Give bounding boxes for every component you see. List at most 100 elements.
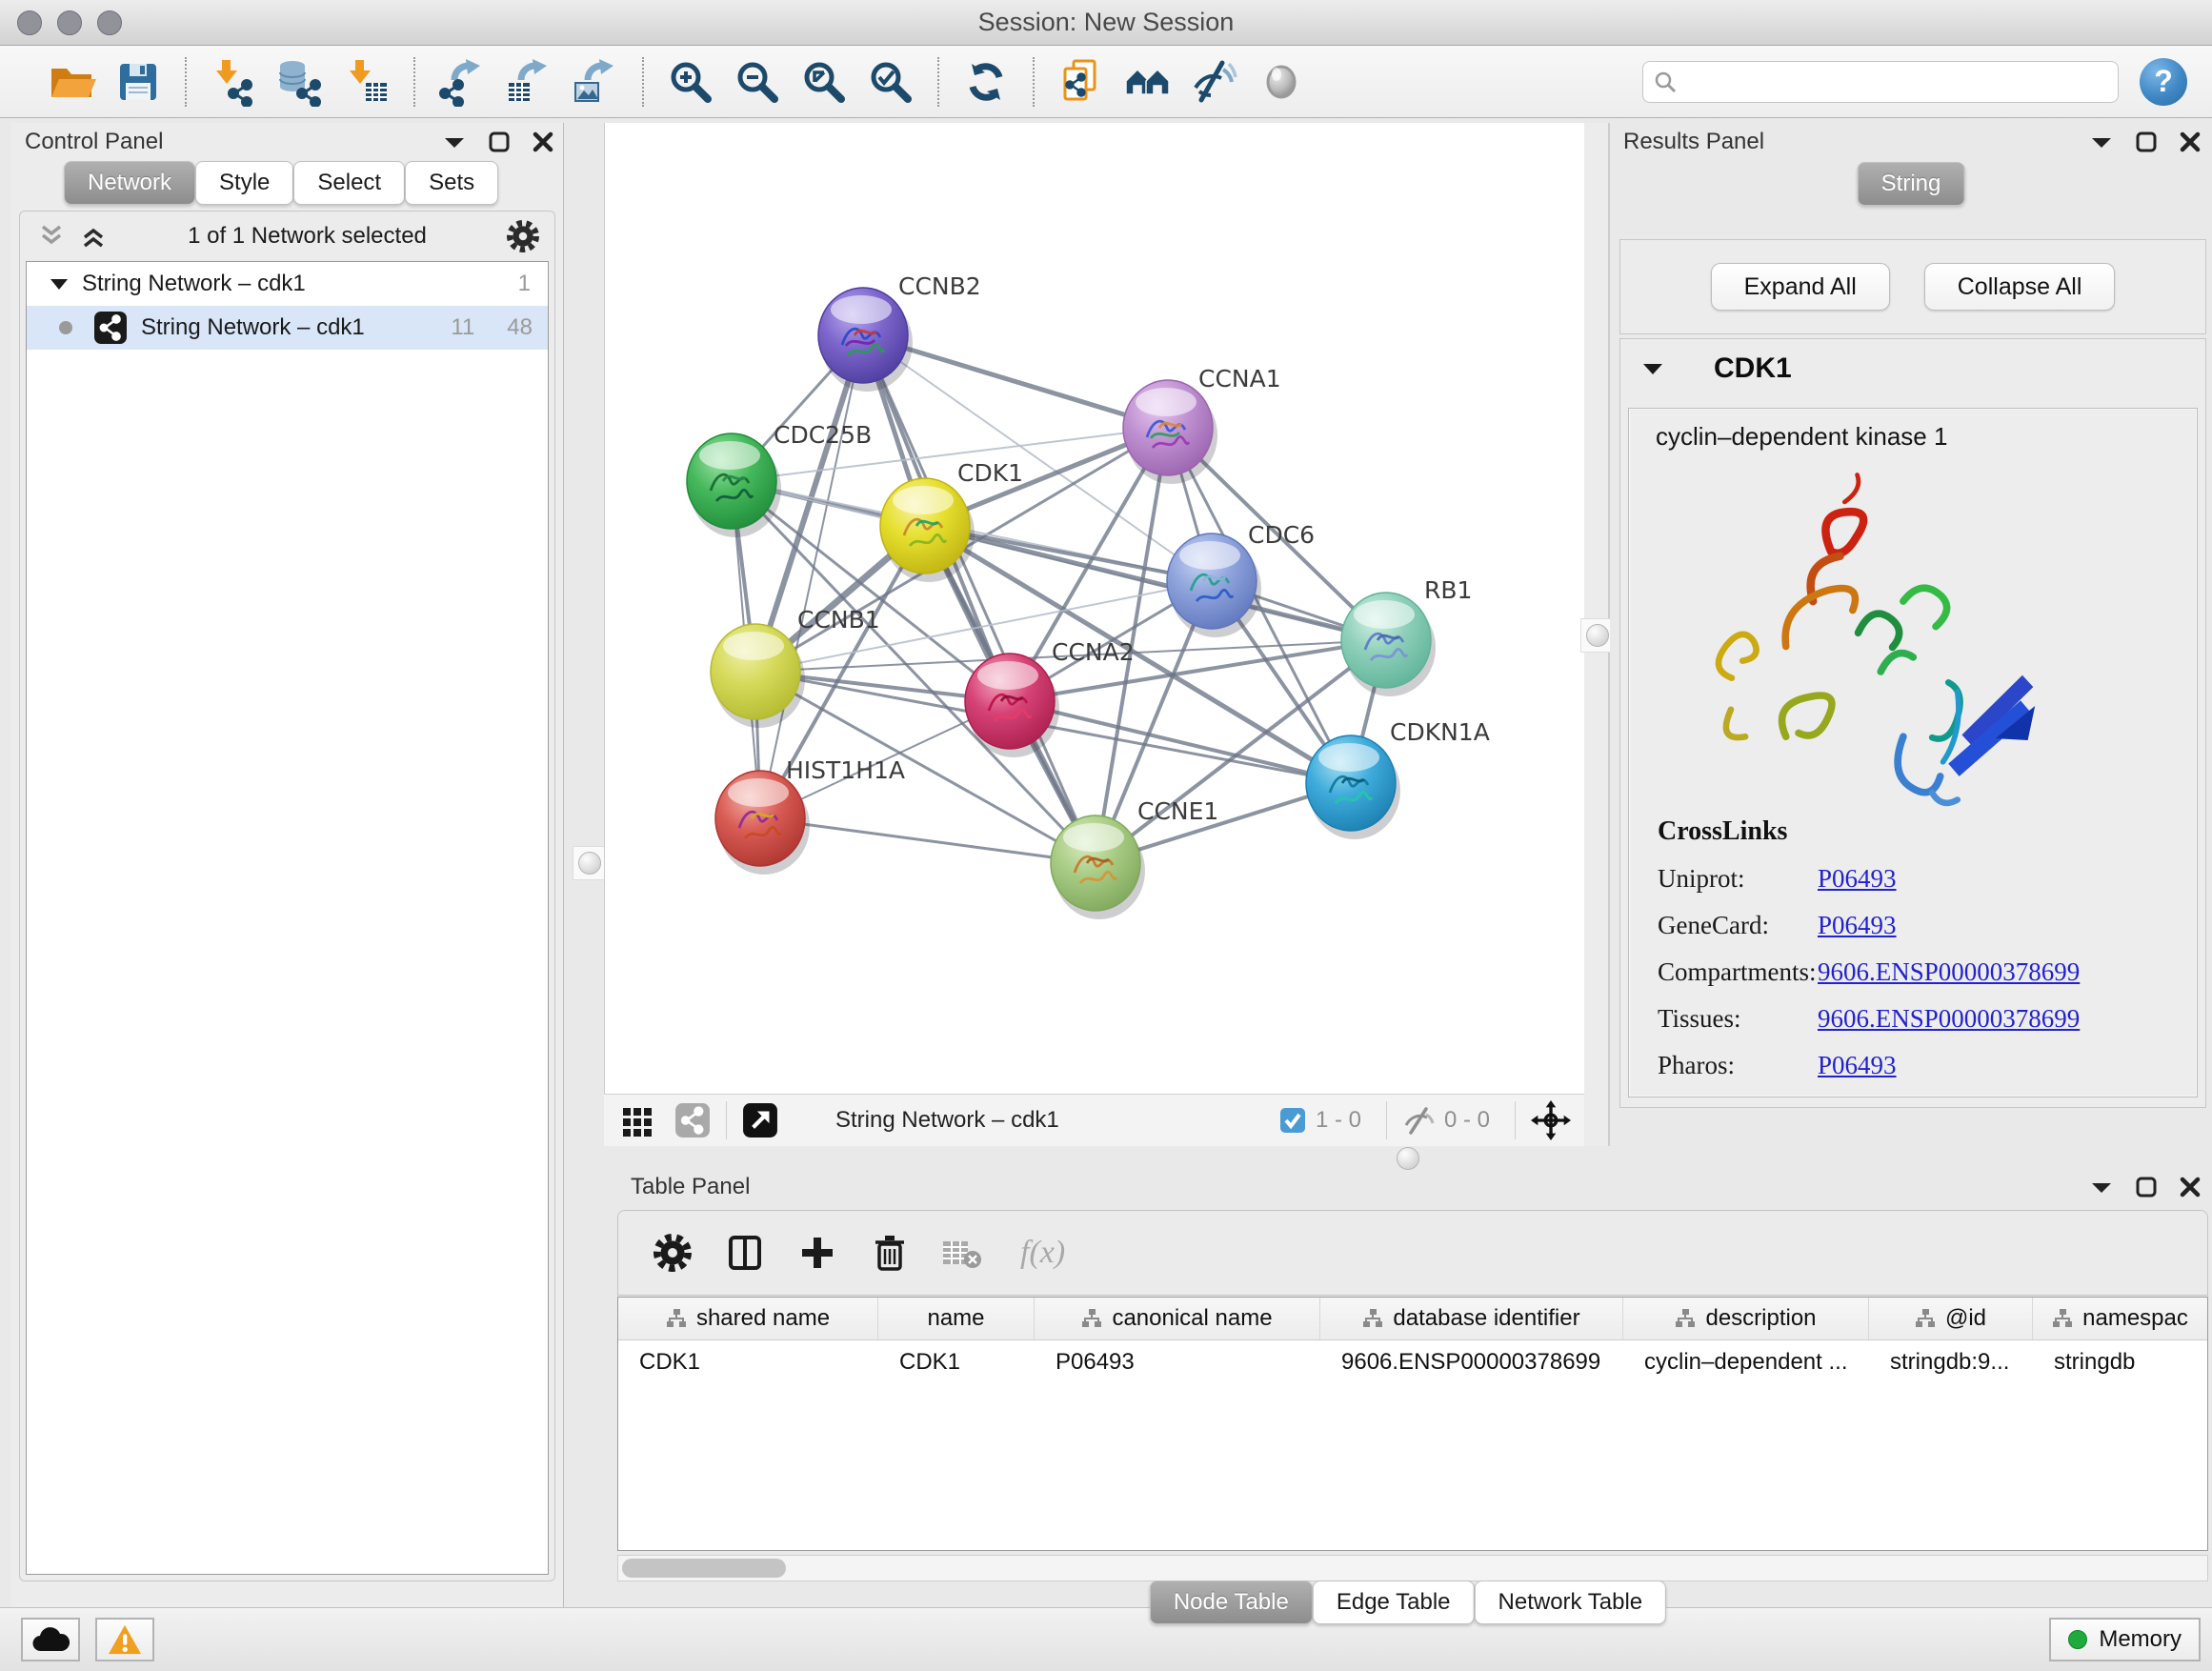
import-network-from-database-button[interactable]: [272, 53, 328, 111]
network-row-selected[interactable]: String Network – cdk1 11 48: [27, 306, 548, 350]
network-node-ccna1[interactable]: [1123, 380, 1217, 484]
detach-view-icon[interactable]: [742, 1102, 778, 1138]
network-node-rb1[interactable]: [1341, 593, 1436, 696]
column-header-namespace[interactable]: namespac: [2033, 1298, 2207, 1339]
column-header-description[interactable]: description: [1623, 1298, 1869, 1339]
help-icon: ?: [2154, 64, 2173, 99]
columns-icon: [725, 1233, 765, 1273]
float-panel-icon[interactable]: [2136, 1177, 2157, 1198]
hidden-eye-icon[interactable]: [1402, 1106, 1435, 1135]
network-status-dot: [59, 321, 72, 334]
network-node-ccne1[interactable]: [1051, 815, 1145, 919]
show-columns-button[interactable]: [717, 1225, 773, 1280]
network-edge[interactable]: [760, 335, 863, 818]
zoom-in-button[interactable]: [663, 53, 718, 111]
section-expander-icon[interactable]: [1641, 361, 1664, 376]
collapse-all-button[interactable]: Collapse All: [1924, 263, 2116, 311]
zoom-out-button[interactable]: [730, 53, 785, 111]
open-session-button[interactable]: [44, 53, 99, 111]
column-header-canonical-name[interactable]: canonical name: [1035, 1298, 1320, 1339]
expand-all-icon[interactable]: [79, 223, 108, 250]
network-node-cdkn1a[interactable]: [1306, 735, 1400, 839]
delete-table-button[interactable]: [935, 1225, 990, 1280]
table-row[interactable]: CDK1 CDK1 P06493 9606.ENSP00000378699 cy…: [618, 1340, 2207, 1383]
crosslink-link[interactable]: 9606.ENSP00000378699: [1818, 1004, 2080, 1034]
network-collection-row[interactable]: String Network – cdk1 1: [27, 262, 548, 306]
tab-sets[interactable]: Sets: [405, 161, 498, 205]
import-network-from-file-button[interactable]: [206, 53, 261, 111]
show-all-button[interactable]: [1254, 53, 1309, 111]
return-to-start-button[interactable]: [1120, 53, 1176, 111]
pan-move-icon[interactable]: [1531, 1100, 1571, 1140]
left-splitter-handle[interactable]: [573, 846, 607, 880]
create-column-button[interactable]: [790, 1225, 845, 1280]
selected-checkbox-icon[interactable]: [1279, 1107, 1306, 1134]
tab-style[interactable]: Style: [195, 161, 293, 205]
function-builder-button[interactable]: f(x): [1020, 1235, 1065, 1271]
crosslink-link[interactable]: P06493: [1818, 1051, 1897, 1080]
window-title: Session: New Session: [0, 8, 2212, 37]
help-button[interactable]: ?: [2140, 58, 2187, 106]
column-header-database-identifier[interactable]: database identifier: [1320, 1298, 1623, 1339]
panel-menu-icon[interactable]: [443, 134, 466, 150]
crosslink-link[interactable]: 9606.ENSP00000378699: [1818, 957, 2080, 987]
network-edge[interactable]: [925, 526, 1386, 640]
export-image-button[interactable]: [568, 53, 623, 111]
network-node-ccnb2[interactable]: [818, 288, 913, 392]
tab-node-table[interactable]: Node Table: [1150, 1580, 1313, 1624]
grid-view-icon[interactable]: [621, 1104, 654, 1137]
network-edge[interactable]: [1010, 701, 1351, 783]
network-node-cdc6[interactable]: [1167, 534, 1261, 637]
expand-all-button[interactable]: Expand All: [1711, 263, 1890, 311]
crosslink-label: GeneCard:: [1658, 911, 1818, 940]
memory-button[interactable]: Memory: [2049, 1618, 2201, 1661]
zoom-fit-button[interactable]: [796, 53, 852, 111]
tree-expander-icon[interactable]: [50, 276, 69, 292]
crosslink-link[interactable]: P06493: [1818, 864, 1897, 894]
gear-icon[interactable]: [507, 220, 539, 252]
network-canvas[interactable]: CCNB2CCNA1CDC25BCDK1CDC6RB1CCNB1CCNA2CDK…: [604, 123, 1584, 1094]
float-panel-icon[interactable]: [2136, 131, 2157, 152]
node-label: CCNB2: [898, 272, 981, 300]
tab-select[interactable]: Select: [293, 161, 405, 205]
panel-menu-icon[interactable]: [2090, 1179, 2113, 1195]
tab-edge-table[interactable]: Edge Table: [1313, 1580, 1475, 1624]
table-horizontal-scrollbar[interactable]: [617, 1555, 2208, 1581]
column-header-shared-name[interactable]: shared name: [618, 1298, 878, 1339]
tab-network-table[interactable]: Network Table: [1475, 1580, 1667, 1624]
status-bar: Memory: [0, 1607, 2212, 1671]
search-input[interactable]: [1678, 63, 2118, 101]
network-edge[interactable]: [760, 818, 1096, 863]
export-network-button[interactable]: [434, 53, 490, 111]
close-panel-icon[interactable]: [2180, 1177, 2201, 1198]
close-panel-icon[interactable]: [2180, 131, 2201, 152]
zoom-selected-button[interactable]: [863, 53, 918, 111]
column-header-name[interactable]: name: [878, 1298, 1035, 1339]
crosslink-link[interactable]: P06493: [1818, 911, 1897, 940]
network-node-cdc25b[interactable]: [687, 433, 781, 537]
panel-menu-icon[interactable]: [2090, 134, 2113, 150]
collapse-all-icon[interactable]: [37, 223, 66, 250]
scrollbar-thumb[interactable]: [622, 1559, 786, 1578]
tab-network[interactable]: Network: [64, 161, 195, 205]
export-table-button[interactable]: [501, 53, 556, 111]
hide-eye-icon: [1190, 57, 1239, 107]
warning-status-button[interactable]: [95, 1618, 154, 1661]
network-node-cdk1[interactable]: [880, 478, 975, 582]
save-session-button[interactable]: [111, 53, 166, 111]
import-database-icon: [275, 57, 325, 107]
import-table-from-file-button[interactable]: [339, 53, 394, 111]
float-panel-icon[interactable]: [489, 131, 510, 152]
close-panel-icon[interactable]: [533, 131, 553, 152]
table-options-button[interactable]: [645, 1225, 700, 1280]
delete-column-button[interactable]: [862, 1225, 917, 1280]
network-node-hist1h1a[interactable]: [715, 771, 810, 875]
refresh-button[interactable]: [958, 53, 1014, 111]
hide-selected-button[interactable]: [1187, 53, 1242, 111]
zoom-selected-icon: [866, 57, 915, 107]
cloud-status-button[interactable]: [21, 1618, 80, 1661]
column-header-id[interactable]: @id: [1869, 1298, 2033, 1339]
first-neighbors-button[interactable]: [1054, 53, 1109, 111]
tab-string[interactable]: String: [1858, 162, 1965, 206]
network-view-icon[interactable]: [674, 1102, 711, 1138]
